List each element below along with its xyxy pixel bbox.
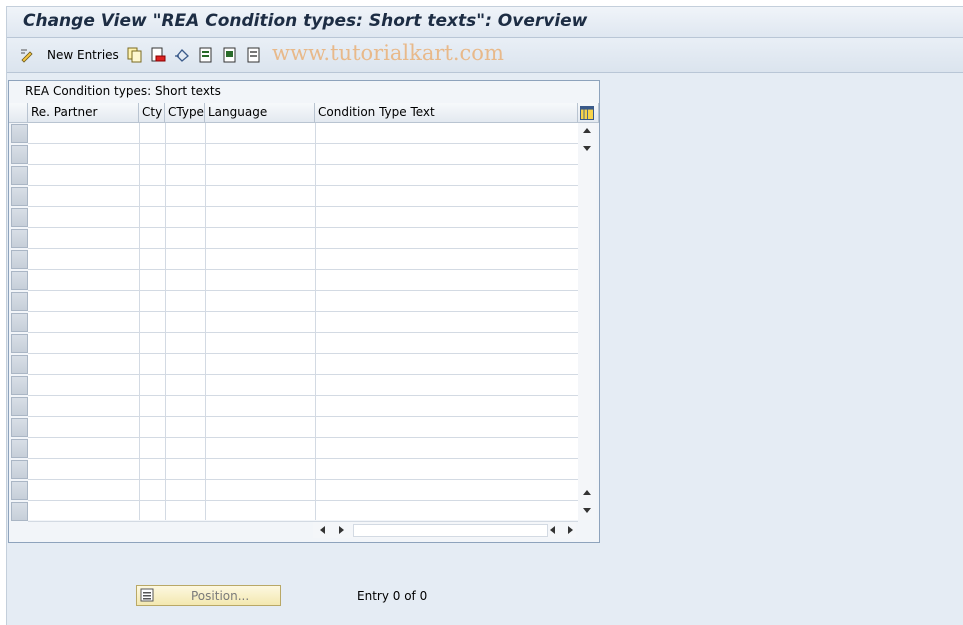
table-row [28,374,578,375]
copy-icon[interactable] [127,47,143,63]
row-selector[interactable] [11,166,28,185]
column-header-condition-type-text[interactable]: Condition Type Text [315,103,578,123]
position-icon [140,588,154,602]
table-row [28,332,578,333]
table-row [28,290,578,291]
row-selector[interactable] [11,355,28,374]
column-header-cty[interactable]: Cty [139,103,165,123]
row-selector[interactable] [11,229,28,248]
scroll-end-right-arrow-icon[interactable] [568,526,573,534]
table-row [28,143,578,144]
vertical-scrollbar[interactable] [578,123,596,520]
table-grid [28,123,578,522]
row-selector[interactable] [11,271,28,290]
deselect-all-icon[interactable] [246,47,262,63]
scroll-left-arrow-icon[interactable] [320,526,325,534]
table-row [28,458,578,459]
column-header-language[interactable]: Language [205,103,315,123]
position-button[interactable]: Position... [136,585,281,606]
select-all-icon[interactable] [198,47,214,63]
table-row [28,479,578,480]
undo-icon[interactable] [174,47,190,63]
row-selector[interactable] [11,292,28,311]
application-toolbar: New Entries www.tutorialkart.com [7,38,963,73]
delete-icon[interactable] [150,47,166,63]
title-bar: Change View "REA Condition types: Short … [7,7,963,38]
scroll-down-arrow-icon[interactable] [583,146,591,151]
select-block-icon[interactable] [222,47,238,63]
scroll-up-arrow-icon[interactable] [583,128,591,133]
sap-window: Change View "REA Condition types: Short … [6,6,963,625]
column-header-re-partner[interactable]: Re. Partner [28,103,139,123]
row-selector[interactable] [11,439,28,458]
edit-pencil-icon[interactable] [19,47,35,63]
horizontal-scrollbar[interactable] [313,522,576,538]
row-selector[interactable] [11,376,28,395]
table-row [28,248,578,249]
horizontal-scroll-track[interactable] [353,524,548,537]
row-selector[interactable] [11,460,28,479]
table-row [28,353,578,354]
table-row [28,395,578,396]
row-selector[interactable] [11,418,28,437]
row-selector[interactable] [11,250,28,269]
table-row [28,269,578,270]
new-entries-button[interactable]: New Entries [47,48,119,62]
table-control: REA Condition types: Short texts Re. Par… [8,80,600,543]
scroll-page-down-arrow-icon[interactable] [583,508,591,513]
table-row [28,227,578,228]
row-selector[interactable] [11,124,28,143]
table-row [28,500,578,501]
page-title: Change View "REA Condition types: Short … [23,11,588,31]
position-button-label: Position... [191,589,250,603]
table-settings-icon[interactable] [580,106,594,120]
row-selector[interactable] [11,145,28,164]
table-row [28,311,578,312]
column-header-ctype[interactable]: CType [165,103,205,123]
row-selector[interactable] [11,481,28,500]
row-selector[interactable] [11,187,28,206]
table-row [28,437,578,438]
select-all-rows-header[interactable] [9,103,28,123]
scroll-end-left-arrow-icon[interactable] [550,526,555,534]
watermark-text: www.tutorialkart.com [272,41,504,65]
row-selector[interactable] [11,334,28,353]
table-caption: REA Condition types: Short texts [25,84,221,98]
scroll-page-up-arrow-icon[interactable] [583,490,591,495]
table-row [28,206,578,207]
row-selector[interactable] [11,502,28,521]
scroll-right-arrow-icon[interactable] [339,526,344,534]
table-row [28,416,578,417]
entry-counter: Entry 0 of 0 [357,589,428,603]
row-selector[interactable] [11,313,28,332]
row-selector[interactable] [11,397,28,416]
row-selector[interactable] [11,208,28,227]
table-row [28,185,578,186]
table-row [28,164,578,165]
